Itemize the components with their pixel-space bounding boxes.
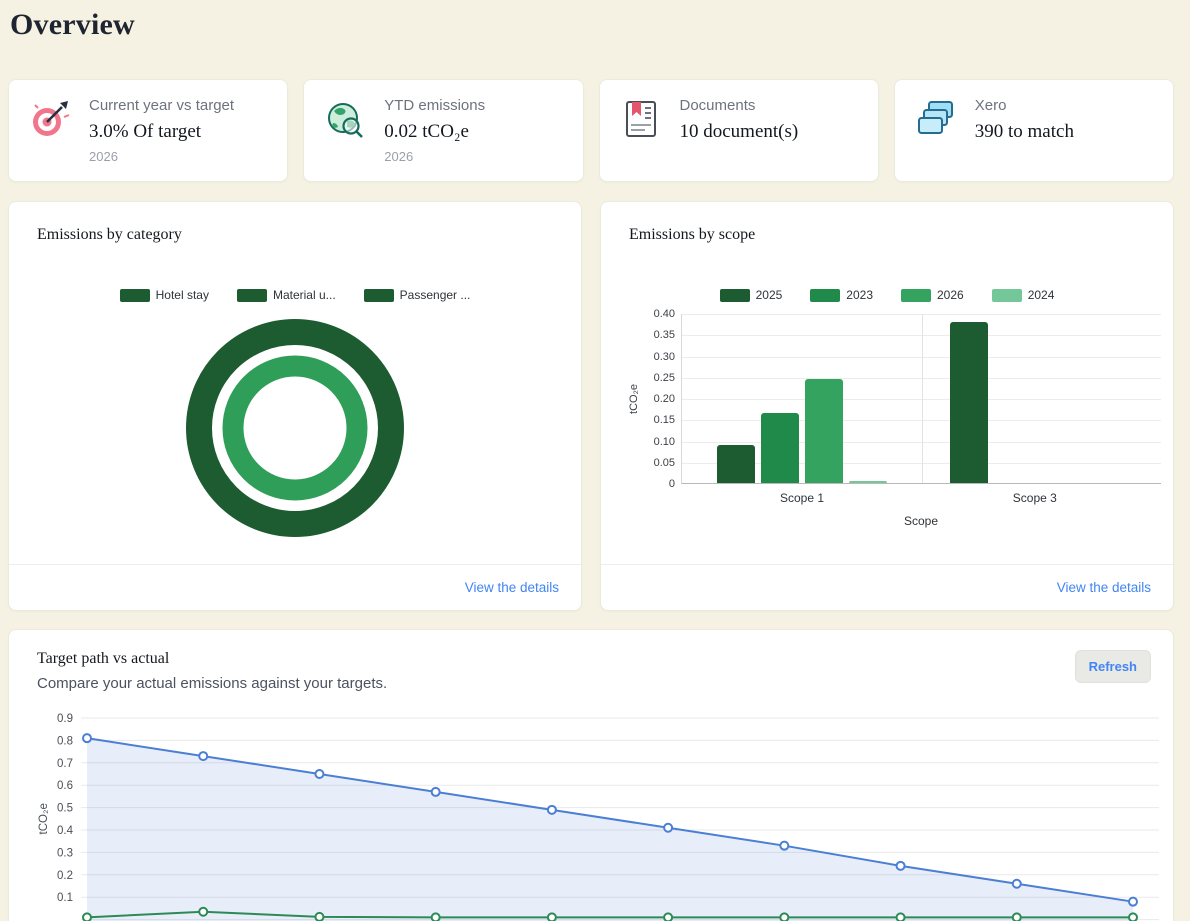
card-title: Target path vs actual: [37, 650, 170, 667]
scope-bar-chart: tCO₂e 0 0.05 0.10 0.15 0.20 0.25 0.30 0.35 0.40 S…: [628, 308, 1161, 505]
legend-label: 2025: [755, 288, 783, 302]
legend-swatch: [901, 288, 931, 302]
bar-plot-area: 0 0.05 0.10 0.15 0.20 0.25 0.30 0.35 0.40 Scope 1…: [654, 308, 1161, 505]
x-axis-title: Scope: [903, 514, 939, 528]
emissions-by-scope-card: Emissions by scope 2025 2023 2026 2024 tCO₂…: [600, 201, 1174, 611]
legend-label: 2024: [1027, 288, 1055, 302]
scope-legend: 2025 2023 2026 2024: [601, 288, 1173, 302]
x-tick-label: Scope 3: [1012, 491, 1057, 505]
legend-item[interactable]: Material u...: [236, 288, 336, 302]
svg-text:tCO₂e: tCO₂e: [38, 803, 50, 834]
kpi-label: Current year vs target: [89, 97, 235, 114]
category-legend: Hotel stay Material u... Passenger ...: [9, 288, 581, 302]
bar-scope-1-2023[interactable]: [761, 412, 799, 483]
kpi-card-documents[interactable]: Documents 10 document(s): [598, 79, 879, 182]
legend-item[interactable]: 2025: [719, 288, 783, 302]
card-title: Emissions by scope: [629, 226, 756, 243]
y-tick-label: 0.25: [653, 371, 675, 384]
kpi-sub: 2026: [384, 149, 414, 164]
svg-text:0.8: 0.8: [57, 735, 73, 747]
x-tick-label: Scope 1: [779, 491, 825, 505]
kpi-card-xero[interactable]: Xero 390 to match: [893, 79, 1174, 182]
kpi-card-current-year-vs-target[interactable]: Current year vs target 3.0% Of target 20…: [8, 79, 289, 182]
y-tick-label: 0.10: [653, 435, 675, 448]
legend-swatch: [363, 288, 394, 302]
target-line-chart: 0.9 0.8 0.7 0.6 0.5 0.4 0.3 0.2 0.1 tCO₂e: [9, 708, 1173, 921]
legend-item[interactable]: Hotel stay: [119, 288, 209, 302]
bar-scope-1-2026[interactable]: [805, 378, 843, 483]
legend-swatch: [719, 288, 750, 302]
kpi-value: 10 document(s): [679, 121, 799, 142]
page-title: Overview: [10, 8, 135, 41]
dashboard-page: Overview Current year vs target 3.0% Of …: [0, 0, 1190, 921]
y-tick-label: 0.15: [653, 414, 675, 427]
y-tick-label: 0.30: [653, 350, 675, 363]
legend-label: 2023: [846, 288, 873, 302]
kpi-value: 0.02 tCO₂e: [384, 121, 469, 142]
svg-text:0.1: 0.1: [57, 892, 73, 904]
target-path-vs-actual-card: Target path vs actual Compare your actua…: [8, 629, 1174, 921]
kpi-value: 3.0% Of target: [89, 121, 202, 142]
kpi-row: Current year vs target 3.0% Of target 20…: [8, 79, 1174, 182]
card-title: Emissions by category: [37, 226, 182, 243]
card-footer: View the details: [601, 564, 1173, 610]
svg-text:0.9: 0.9: [57, 713, 73, 725]
doughnut-inner-ring[interactable]: [222, 355, 368, 501]
charts-row: Emissions by category Hotel stay Material…: [8, 201, 1174, 611]
y-tick-label: 0.05: [653, 456, 675, 469]
category-doughnut-chart: [9, 308, 581, 548]
kpi-label: Xero: [974, 97, 1007, 114]
kpi-sub: 2026: [89, 149, 118, 164]
legend-swatch: [810, 288, 841, 302]
legend-item[interactable]: 2024: [991, 288, 1055, 302]
legend-swatch: [236, 288, 267, 302]
svg-text:0.4: 0.4: [57, 825, 74, 837]
target-icon: [27, 97, 73, 169]
svg-text:0.3: 0.3: [57, 847, 73, 859]
svg-text:0.7: 0.7: [57, 758, 73, 770]
legend-label: Hotel stay: [155, 288, 209, 302]
kpi-card-ytd-emissions[interactable]: YTD emissions 0.02 tCO₂e 2026: [303, 79, 584, 182]
kpi-label: Documents: [679, 97, 756, 114]
legend-swatch: [991, 288, 1022, 302]
emissions-by-category-card: Emissions by category Hotel stay Material…: [8, 201, 582, 611]
y-tick-label: 0.20: [653, 393, 675, 405]
svg-text:0.5: 0.5: [57, 803, 73, 815]
y-tick-label: 0.40: [653, 308, 675, 320]
svg-text:0.6: 0.6: [57, 780, 73, 792]
target-chart-svg: 0.9 0.8 0.7 0.6 0.5 0.4 0.3 0.2 0.1 tCO₂e: [38, 713, 1159, 921]
document-icon: [618, 97, 664, 169]
y-axis-label: tCO₂e: [627, 384, 640, 414]
globe-icon: [322, 97, 368, 169]
card-footer: View the details: [9, 564, 581, 610]
legend-label: 2026: [937, 288, 964, 302]
y-tick-label: 0.35: [653, 329, 675, 342]
xero-icon: [913, 97, 959, 169]
category-divider: [921, 314, 923, 483]
legend-item[interactable]: 2023: [810, 288, 873, 302]
legend-item[interactable]: 2026: [901, 288, 964, 302]
y-tick-label: 0: [668, 478, 675, 490]
legend-swatch: [119, 288, 150, 302]
kpi-label: YTD emissions: [384, 97, 486, 114]
svg-text:0.2: 0.2: [57, 870, 73, 882]
legend-label: Material u...: [272, 288, 336, 302]
kpi-value: 390 to match: [974, 121, 1074, 142]
bar-scope-1-2025[interactable]: [717, 444, 755, 483]
refresh-button[interactable]: Refresh: [1074, 650, 1151, 683]
doughnut-svg: [186, 319, 404, 537]
legend-label: Passenger ...: [399, 288, 471, 302]
view-details-link[interactable]: View the details: [1057, 580, 1151, 595]
view-details-link[interactable]: View the details: [465, 580, 559, 595]
legend-item[interactable]: Passenger ...: [363, 288, 471, 302]
target-card-header: Target path vs actual Compare your actua…: [9, 630, 1173, 692]
card-subtitle: Compare your actual emissions against yo…: [37, 675, 388, 692]
bar-scope-1-2024[interactable]: [849, 480, 887, 483]
bar-scope-3-2025[interactable]: [949, 321, 988, 483]
